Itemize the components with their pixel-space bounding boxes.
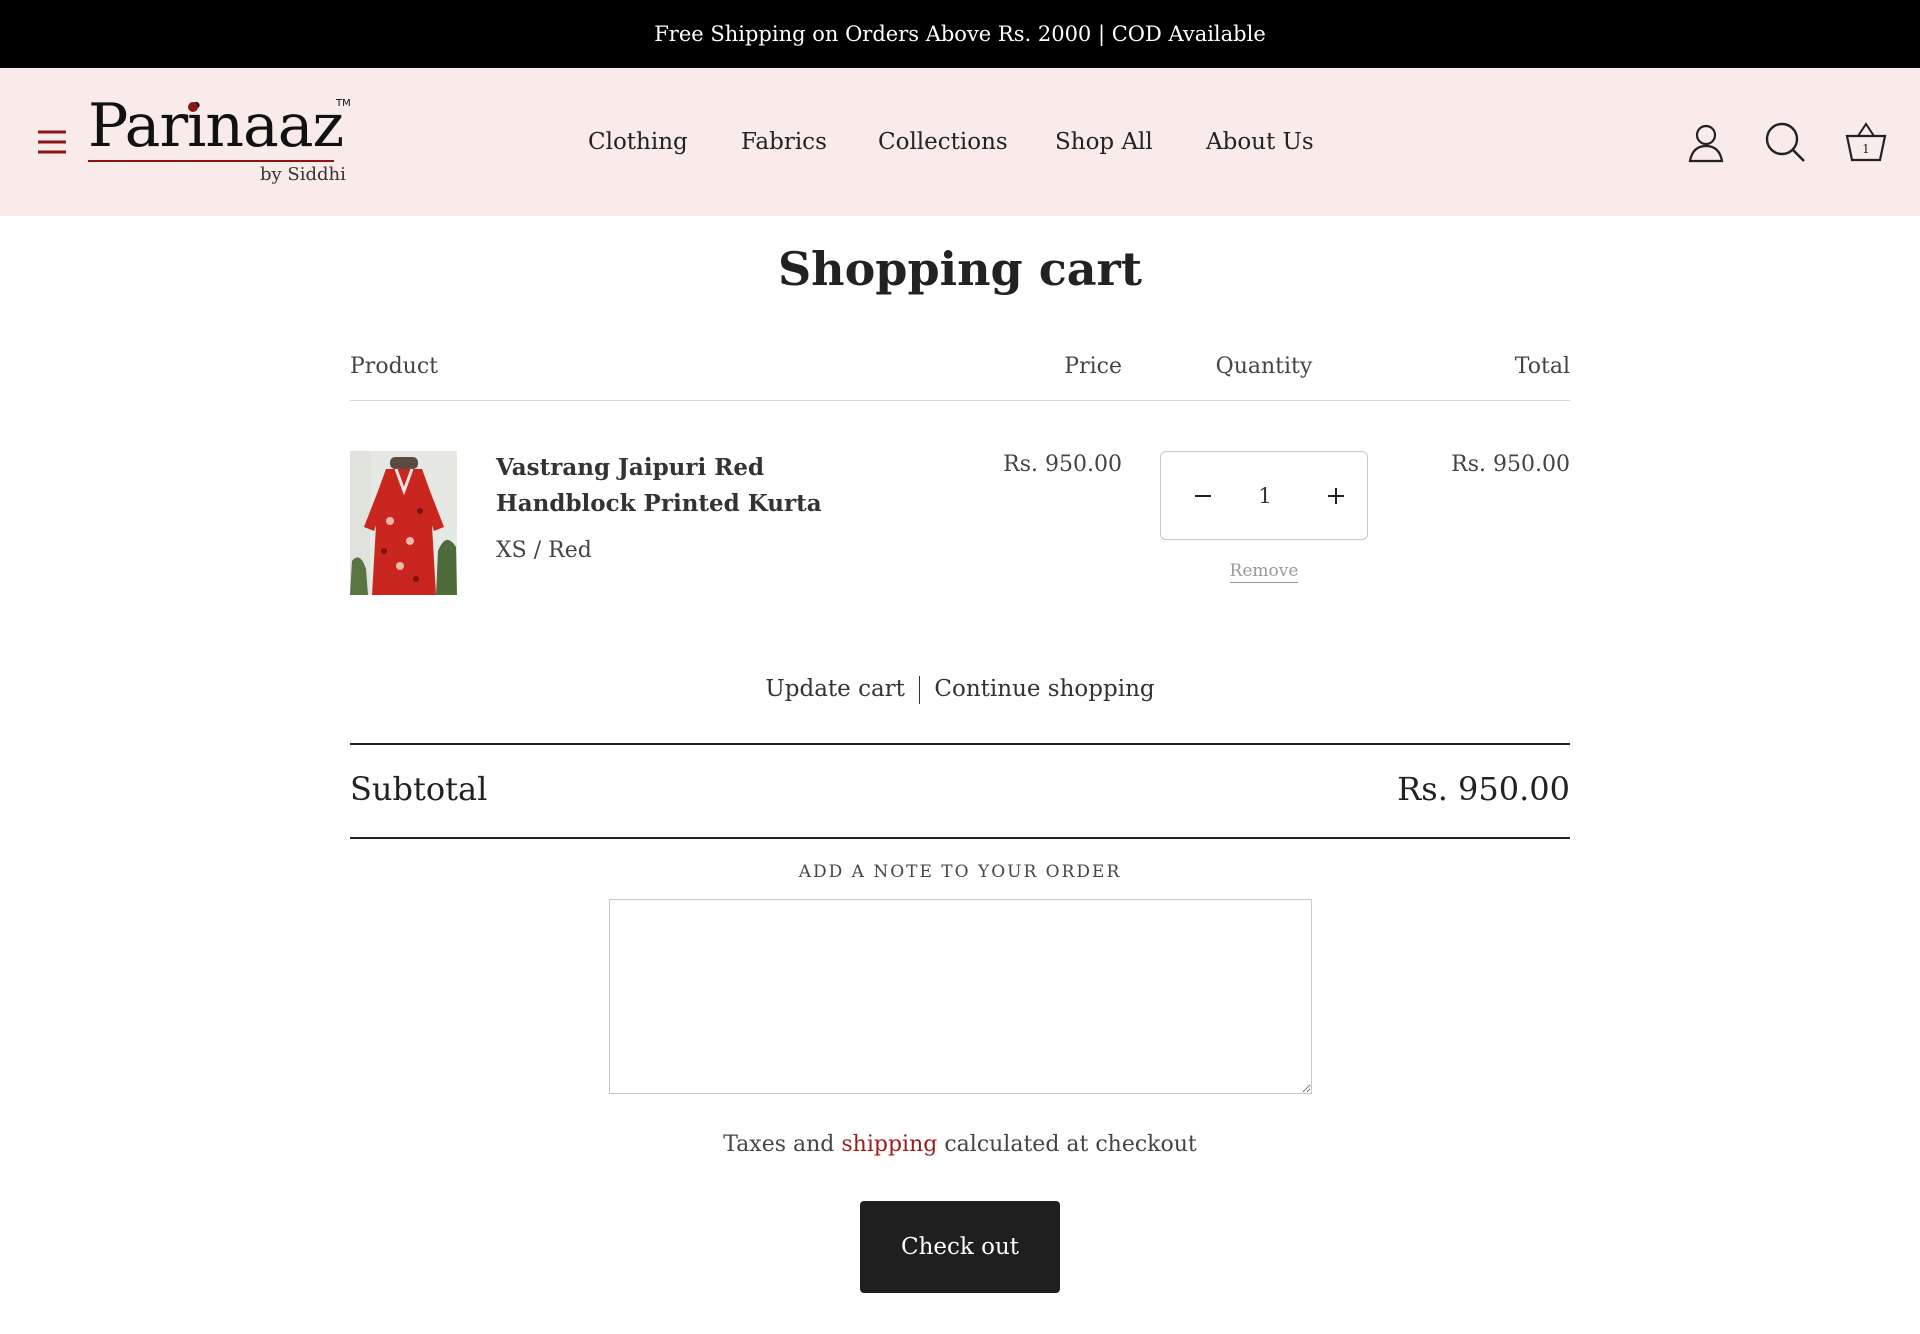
quantity-stepper	[1160, 451, 1368, 540]
taxes-text-after: calculated at checkout	[944, 1132, 1197, 1157]
logo-underline	[88, 160, 334, 162]
update-cart-button[interactable]: Update cart	[765, 676, 905, 702]
page-title: Shopping cart	[777, 242, 1143, 296]
subtotal-value: Rs. 950.00	[1397, 770, 1570, 808]
column-header-price: Price	[1064, 354, 1122, 379]
decrease-quantity-button[interactable]	[1181, 474, 1225, 518]
header-divider	[350, 400, 1570, 401]
product-price: Rs. 950.00	[1003, 452, 1122, 477]
product-image[interactable]	[350, 451, 457, 595]
search-icon[interactable]	[1763, 120, 1807, 164]
actions-separator	[918, 676, 921, 704]
nav-item-fabrics[interactable]: Fabrics	[741, 124, 827, 160]
column-header-total: Total	[1514, 354, 1570, 379]
cart-actions: Update cart Continue shopping	[0, 676, 1920, 704]
quantity-input[interactable]	[1231, 474, 1299, 518]
brand-tagline: by Siddhi	[260, 164, 346, 185]
checkout-button[interactable]: Check out	[860, 1201, 1060, 1293]
increase-quantity-button[interactable]	[1314, 474, 1358, 518]
order-note-textarea[interactable]	[609, 899, 1312, 1094]
announcement-text: Free Shipping on Orders Above Rs. 2000 |…	[654, 22, 1266, 46]
shipping-link[interactable]: shipping	[841, 1132, 937, 1157]
column-header-product: Product	[350, 354, 438, 379]
plus-icon	[1328, 488, 1344, 504]
nav-item-about-us[interactable]: About Us	[1206, 124, 1314, 160]
user-icon[interactable]	[1684, 120, 1728, 164]
product-variant: XS / Red	[496, 538, 592, 563]
announcement-bar: Free Shipping on Orders Above Rs. 2000 |…	[0, 0, 1920, 68]
line-total: Rs. 950.00	[1451, 452, 1570, 477]
minus-icon	[1195, 495, 1211, 497]
nav-item-clothing[interactable]: Clothing	[588, 124, 688, 160]
nav-item-collections[interactable]: Collections	[878, 124, 1008, 160]
nav-item-shop-all[interactable]: Shop All	[1055, 124, 1153, 160]
order-note-label: ADD A NOTE TO YOUR ORDER	[798, 862, 1122, 882]
subtotal-bottom-divider	[350, 837, 1570, 839]
cart-count: 1	[1862, 142, 1870, 156]
subtotal-top-divider	[350, 743, 1570, 745]
continue-shopping-link[interactable]: Continue shopping	[934, 676, 1154, 702]
subtotal-label: Subtotal	[350, 770, 488, 808]
column-header-quantity: Quantity	[1215, 354, 1313, 379]
logo-dot	[188, 102, 198, 112]
basket-icon: 1	[1845, 122, 1887, 162]
product-name[interactable]: Vastrang Jaipuri Red Handblock Printed K…	[496, 450, 896, 522]
checkout-label: Check out	[900, 1234, 1020, 1260]
brand-trademark: TM	[336, 98, 351, 109]
remove-item-link[interactable]: Remove	[1160, 561, 1368, 583]
taxes-note: Taxes and shipping calculated at checkou…	[0, 1132, 1920, 1157]
main-nav: Clothing Fabrics Collections Shop All Ab…	[0, 124, 1920, 160]
site-header: Parinaaz TM by Siddhi Clothing Fabrics C…	[0, 68, 1920, 216]
taxes-text-before: Taxes and	[723, 1132, 835, 1157]
cart-button[interactable]: 1	[1844, 120, 1888, 164]
remove-label: Remove	[1229, 561, 1299, 583]
